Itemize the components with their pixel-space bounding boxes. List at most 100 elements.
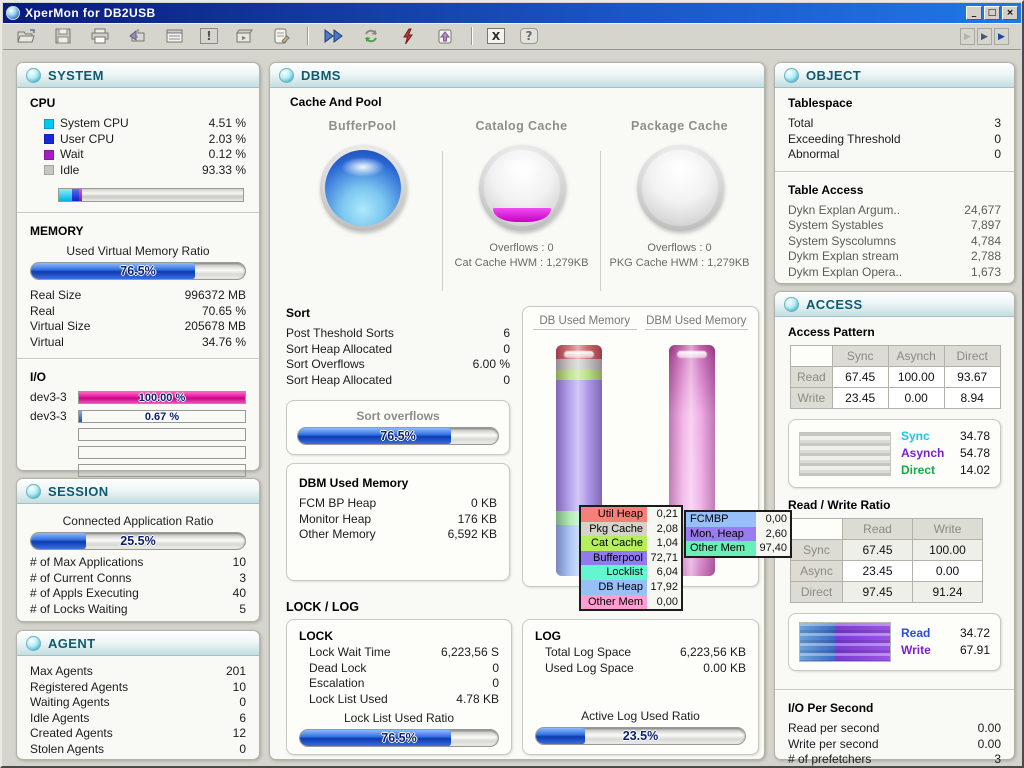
log-gauge-value: 23.5%: [622, 729, 659, 743]
sort-overflow-gauge: 76.5%: [297, 427, 499, 445]
send-report-icon[interactable]: [126, 26, 148, 46]
title-bar[interactable]: XperMon for DB2USB _ □ ×: [3, 3, 1021, 23]
help-icon[interactable]: ?: [520, 28, 538, 44]
dbm-memory-legend-tooltip: FCMBP 0,00 Mon, Heap 2,60 Other Mem 97,40: [684, 510, 792, 558]
lock-gauge-label: Lock List Used Ratio: [343, 711, 455, 725]
table-row: Direct 97.45 91.24: [790, 581, 983, 603]
access-pattern-title: Access Pattern: [788, 325, 875, 339]
agent-panel: AGENT Max Agents 201 Registered Agents 10 …: [16, 630, 260, 760]
wait-swatch: [44, 149, 54, 160]
print-icon[interactable]: [89, 26, 111, 46]
tablespace-title: Tablespace: [788, 96, 853, 110]
app-icon: [6, 6, 20, 20]
panel-title: ACCESS: [806, 296, 863, 312]
lock-title: LOCK: [299, 629, 333, 643]
refresh-icon[interactable]: [360, 26, 382, 46]
export-up-icon[interactable]: [434, 26, 456, 46]
sort-title: Sort: [286, 306, 310, 320]
lock-section: LOCK Lock Wait Time 6,223,56 S Dead Lock 0…: [286, 619, 512, 755]
list-item: Escalation 0: [309, 676, 499, 690]
list-item: Post Theshold Sorts 6: [286, 326, 510, 340]
object-panel-header: OBJECT: [775, 63, 1014, 88]
list-item: System Syscolumns 4,784: [788, 233, 1001, 248]
table-row: Sync 67.45 100.00: [790, 539, 983, 561]
nav-next-button[interactable]: ▶: [977, 27, 992, 45]
alert-icon[interactable]: !: [200, 28, 218, 44]
minimize-button[interactable]: _: [966, 6, 982, 20]
system-panel: SYSTEM CPU System CPU 4.51 % User CPU 2.…: [16, 62, 260, 477]
nav-last-button[interactable]: ▶: [994, 27, 1009, 45]
divider: [17, 212, 259, 214]
list-item: Lock Wait Time 6,223,56 S: [309, 645, 499, 659]
list-item: Virtual 34.76 %: [30, 334, 246, 349]
panel-title: OBJECT: [806, 67, 862, 83]
list-item: Total 3: [788, 116, 1001, 130]
cache-and-pool-title: Cache And Pool: [290, 95, 382, 109]
nav-prev-button[interactable]: ▶: [960, 27, 975, 45]
memory-section: MEMORY Used Virtual Memory Ratio 76.5% R…: [17, 216, 259, 356]
list-item: Sort Heap Allocated 0: [286, 341, 510, 356]
memory-gauge: 76.5%: [30, 262, 246, 280]
agent-section: Max Agents 201 Registered Agents 10 Waitin…: [17, 656, 259, 763]
legend-item: DB Heap 17,92: [581, 579, 681, 595]
list-item: Max Agents 201: [30, 664, 246, 678]
legend-item: Asynch 54.78: [901, 446, 990, 460]
list-item: # of prefetchers 3: [788, 752, 1001, 766]
session-gauge-value: 25.5%: [120, 534, 156, 548]
panel-orb-icon: [784, 296, 799, 312]
excel-export-icon[interactable]: X: [487, 28, 505, 44]
list-item: Abnormal 0: [788, 147, 1001, 161]
list-item: Dykm Explan stream 2,788: [788, 249, 1001, 263]
legend-item: Sync 34.78: [901, 429, 990, 443]
io-bar-row-empty: [30, 428, 246, 441]
package-cache-label: Package Cache: [631, 119, 728, 133]
list-item: Idle Agents 6: [30, 710, 246, 725]
close-button[interactable]: ×: [1002, 6, 1018, 20]
package-cache-caption: Overflows : 0 PKG Cache HWM : 1,279KB: [609, 242, 750, 269]
legend-item: Pkg Cache 2,08: [581, 521, 681, 537]
sort-gauge-value: 76.5%: [380, 429, 416, 443]
panel-orb-icon: [26, 483, 41, 499]
list-item: System CPU 4.51 %: [30, 116, 246, 132]
sort-overflow-gauge-box: Sort overflows 76.5%: [286, 400, 510, 455]
dbms-panel-header: DBMS: [270, 63, 764, 88]
io-per-second-title: I/O Per Second: [788, 701, 874, 715]
cpu-section: CPU System CPU 4.51 % User CPU 2.03 % Wa…: [17, 88, 259, 210]
io-usage-bar: 0.67 %: [78, 409, 246, 423]
io-bar-row: dev3-3 100.00 %: [30, 390, 246, 404]
save-icon[interactable]: [52, 26, 74, 46]
lock-gauge: 76.5%: [299, 729, 499, 747]
list-item: User CPU 2.03 %: [30, 132, 246, 148]
list-item: Created Agents 12: [30, 726, 246, 740]
open-icon[interactable]: [15, 26, 37, 46]
io-bar-row-empty: [30, 446, 246, 459]
cpu-usage-bar: [58, 188, 244, 202]
edit-note-icon[interactable]: [270, 26, 292, 46]
cpu-bar-wait-segment: [79, 189, 82, 201]
panel-orb-icon: [26, 635, 41, 651]
user-cpu-swatch: [44, 134, 54, 145]
legend-item: Bufferpool 72,71: [581, 550, 681, 566]
list-item: Other Memory 6,592 KB: [299, 527, 497, 541]
read-write-ratio-title: Read / Write Ratio: [788, 498, 891, 512]
legend-item: Util Heap 0,21: [581, 507, 681, 522]
catalog-cache-gauge: [478, 145, 565, 231]
cache-and-pool-section: Cache And Pool BufferPool Catalog Cache …: [282, 93, 752, 303]
panel-orb-icon: [26, 67, 41, 83]
access-pattern-table: Sync Asynch Direct Read 67.45 100.00 93.…: [790, 345, 1001, 409]
sort-overflow-gauge-label: Sort overflows: [356, 409, 440, 423]
lightning-icon[interactable]: [397, 26, 419, 46]
memory-title: MEMORY: [30, 224, 84, 238]
access-panel: ACCESS Access Pattern Sync Asynch Direct…: [774, 291, 1015, 768]
access-pattern-legend-box: Sync 34.78 Asynch 54.78 Direct 14.02: [788, 419, 1001, 488]
list-item: Idle 93.33 %: [30, 163, 246, 179]
report-list-icon[interactable]: [163, 26, 185, 46]
maximize-button[interactable]: □: [984, 6, 1000, 20]
list-item: FCM BP Heap 0 KB: [299, 496, 497, 510]
legend-item: FCMBP 0,00: [686, 512, 790, 527]
fast-forward-icon[interactable]: [323, 26, 345, 46]
tablespace-section: Tablespace Total 3 Exceeding Threshold 0 A…: [775, 88, 1014, 169]
media-clip-icon[interactable]: [233, 26, 255, 46]
list-item: Used Log Space 0.00 KB: [545, 660, 746, 675]
table-access-section: Table Access Dykn Explan Argum.. 24,677 S…: [775, 175, 1014, 287]
